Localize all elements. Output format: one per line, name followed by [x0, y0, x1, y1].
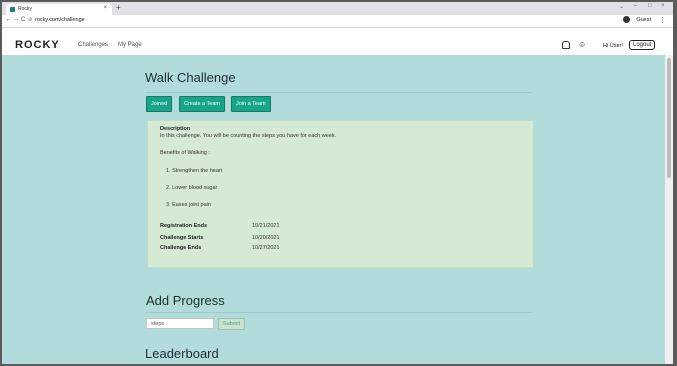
user-icon[interactable]: ☺	[578, 40, 586, 49]
add-progress-title: Add Progress	[146, 293, 225, 308]
nav-link-my-page[interactable]: My Page	[118, 42, 142, 48]
tab-search-icon[interactable]: ⌄	[619, 3, 624, 10]
forward-icon[interactable]: →	[13, 16, 20, 23]
profile-label[interactable]: Guest	[636, 17, 651, 23]
benefits-heading: Benefits of Walking :	[160, 150, 210, 156]
steps-input[interactable]: steps	[146, 318, 214, 329]
window-close-icon[interactable]: ×	[661, 3, 665, 9]
challenge-ends-value: 10/27/2021	[252, 245, 280, 251]
submit-button[interactable]: Submit	[218, 318, 245, 330]
profile-icon[interactable]	[623, 16, 630, 23]
browser-menu-icon[interactable]: ⋮	[659, 16, 666, 24]
back-icon[interactable]: ←	[5, 16, 12, 23]
user-greeting: Hi User!	[603, 43, 623, 49]
tab-bar: Rocky × + ⌄ – □ ×	[2, 2, 673, 15]
create-team-button[interactable]: Create a Team	[179, 96, 225, 112]
reload-icon[interactable]: C	[21, 17, 25, 23]
notification-bell-icon[interactable]	[562, 41, 570, 49]
description-heading: Description	[160, 126, 191, 132]
joined-button[interactable]: Joined	[146, 96, 173, 112]
registration-ends-label: Registration Ends	[160, 223, 208, 229]
app-navbar: ROCKY Challenges My Page ☺ Hi User! Logo…	[2, 28, 673, 55]
site-info-icon[interactable]: ⊘	[28, 17, 32, 23]
logout-button[interactable]: Logout	[629, 40, 656, 50]
registration-ends-value: 10/21/2021	[252, 223, 280, 229]
benefit-item: 1. Strengthen the heart	[166, 168, 223, 174]
challenge-title: Walk Challenge	[145, 70, 236, 85]
leaderboard-title: Leaderboard	[145, 346, 219, 361]
challenge-starts-label: Challenge Starts	[160, 235, 204, 241]
new-tab-icon[interactable]: +	[116, 3, 121, 12]
favicon-icon	[10, 7, 15, 12]
maximize-icon[interactable]: □	[648, 3, 652, 9]
address-bar: ← → C ⊘ rocky.com/challenge Guest ⋮	[2, 15, 673, 28]
progress-divider	[145, 312, 532, 313]
tab-close-icon[interactable]: ×	[103, 5, 107, 11]
scrollbar-thumb[interactable]	[667, 58, 671, 178]
browser-window: Rocky × + ⌄ – □ × ← → C ⊘ rocky.com/chal…	[2, 2, 673, 364]
brand-logo[interactable]: ROCKY	[15, 39, 60, 51]
minimize-icon[interactable]: –	[634, 3, 637, 9]
browser-tab[interactable]: Rocky ×	[6, 4, 112, 15]
tab-title: Rocky	[18, 6, 32, 12]
challenge-starts-value: 10/20/2021	[252, 235, 280, 241]
title-divider	[145, 92, 532, 93]
description-text: In this challenge. You will be counting …	[160, 133, 337, 139]
join-team-button[interactable]: Join a Team	[231, 96, 271, 112]
benefit-item: 2. Lower blood sugar	[166, 185, 218, 191]
nav-link-challenges[interactable]: Challenges	[78, 42, 108, 48]
benefit-item: 3. Eases joint pain	[166, 202, 211, 208]
url-field[interactable]: rocky.com/challenge	[35, 17, 85, 23]
challenge-details-card: Description In this challenge. You will …	[147, 120, 534, 268]
challenge-ends-label: Challenge Ends	[160, 245, 202, 251]
